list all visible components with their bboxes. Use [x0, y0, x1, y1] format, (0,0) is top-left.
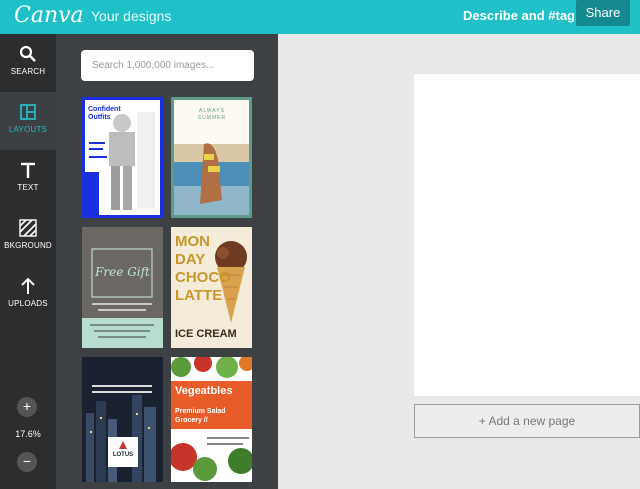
layout-thumbnail[interactable]: Free Gift — [82, 227, 163, 348]
layouts-icon — [20, 104, 36, 120]
zoom-out-button[interactable]: − — [17, 452, 37, 472]
sidebar-item-background[interactable]: BKGROUND — [0, 208, 56, 266]
sidebar-item-label: TEXT — [17, 183, 39, 192]
your-designs-link[interactable]: Your designs — [91, 8, 171, 24]
design-page[interactable] — [414, 74, 640, 396]
layout-thumbnail[interactable]: LOTUS — [82, 357, 163, 482]
layout-thumbnail[interactable]: MON DAY CHOCO LATTE ICE CREAM — [171, 227, 252, 348]
layout-title: Free Gift — [95, 265, 150, 279]
zoom-level: 17.6% — [15, 429, 41, 439]
layout-subtitle: Premium Salad Grocery // — [175, 408, 226, 424]
sidebar-item-text[interactable]: TEXT — [0, 150, 56, 208]
sidebar-item-label: BKGROUND — [4, 241, 52, 250]
sidebar-item-search[interactable]: SEARCH — [0, 34, 56, 92]
sidebar-item-uploads[interactable]: UPLOADS — [0, 266, 56, 324]
sidebar: SEARCH LAYOUTS TEXT BKGROUND UPLOADS + 1… — [0, 34, 56, 489]
add-new-page-button[interactable]: + Add a new page — [414, 404, 640, 438]
sidebar-item-label: LAYOUTS — [8, 125, 48, 134]
layout-title: LOTUS — [112, 452, 134, 458]
layout-thumbnail[interactable]: Confident Outfits — [82, 97, 163, 218]
layout-preview-image — [82, 357, 163, 482]
describe-and-tag-button[interactable]: Describe and #tag — [463, 8, 575, 23]
share-button[interactable]: Share — [576, 0, 630, 26]
text-icon — [21, 162, 35, 178]
sidebar-item-label: UPLOADS — [8, 299, 48, 308]
layout-title: Vegeatbles — [175, 385, 233, 397]
upload-arrow-icon — [21, 277, 35, 294]
layout-thumbnail[interactable]: Vegeatbles Premium Salad Grocery // — [171, 357, 252, 482]
layout-title: MON DAY CHOCO LATTE — [175, 233, 231, 304]
sidebar-item-layouts[interactable]: LAYOUTS — [0, 92, 56, 150]
layout-subtitle: ICE CREAM — [175, 328, 237, 340]
top-bar: Canva Your designs Describe and #tag Sha… — [0, 0, 640, 34]
design-canvas-area: + Add a new page — [278, 34, 640, 489]
layout-title: ALWAYS SUMMER — [197, 108, 227, 121]
zoom-in-button[interactable]: + — [17, 397, 37, 417]
image-search-input[interactable]: Search 1,000,000 images... — [81, 50, 254, 81]
layouts-panel: Search 1,000,000 images... Confident Out… — [56, 34, 278, 489]
canva-logo[interactable]: Canva — [14, 3, 84, 28]
sidebar-item-label: SEARCH — [10, 67, 46, 76]
background-icon — [19, 219, 37, 237]
search-icon — [19, 45, 36, 62]
layout-title: Confident Outfits — [88, 106, 121, 121]
layout-preview-image — [82, 227, 163, 348]
layout-thumbnail[interactable]: ALWAYS SUMMER — [171, 97, 252, 218]
